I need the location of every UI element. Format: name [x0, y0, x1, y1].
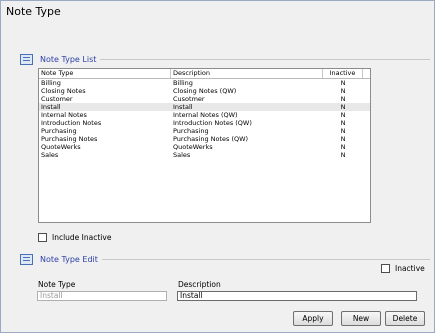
note-type-cell: Closing Notes [41, 87, 86, 95]
inactive-label: Inactive [395, 264, 425, 273]
inactive-cell: N [340, 87, 346, 95]
table-row[interactable]: Customer Cusotmer N [39, 95, 370, 103]
list-header: Note Type Description Inactive [39, 69, 370, 79]
table-row[interactable]: Install Install N [39, 103, 370, 111]
table-row[interactable]: Sales Sales N [39, 151, 370, 159]
note-type-cell: Install [41, 103, 61, 111]
inactive-cell: N [340, 95, 346, 103]
description-cell: Install [173, 103, 193, 111]
apply-button[interactable]: Apply [293, 311, 333, 326]
note-type-cell: QuoteWerks [41, 143, 81, 151]
include-inactive-checkbox[interactable] [38, 233, 47, 242]
description-cell: Sales [173, 151, 191, 159]
description-cell: Introduction Notes (QW) [173, 119, 252, 127]
include-inactive-label: Include Inactive [52, 233, 112, 242]
note-type-field-label: Note Type [38, 280, 76, 289]
inactive-cell: N [340, 79, 346, 87]
inactive-cell: N [340, 151, 346, 159]
description-cell: QuoteWerks [173, 143, 213, 151]
column-header-inactive[interactable]: Inactive [323, 69, 363, 78]
note-type-cell: Purchasing [41, 127, 77, 135]
note-type-edit-header: Note Type Edit [20, 252, 430, 266]
inactive-cell: N [340, 127, 346, 135]
section-divider [100, 58, 430, 60]
new-button[interactable]: New [341, 311, 381, 326]
table-row[interactable]: Billing Billing N [39, 79, 370, 87]
note-type-cell: Billing [41, 79, 61, 87]
table-row[interactable]: Internal Notes Internal Notes (QW) N [39, 111, 370, 119]
inactive-cell: N [340, 143, 346, 151]
note-type-cell: Sales [41, 151, 59, 159]
description-field-label: Description [178, 280, 221, 289]
include-inactive-checkbox-row[interactable]: Include Inactive [38, 233, 111, 242]
description-cell: Cusotmer [173, 95, 205, 103]
edit-section-icon [20, 253, 33, 265]
note-type-cell: Customer [41, 95, 73, 103]
note-type-window: Note Type Note Type List Note Type Descr… [0, 0, 435, 333]
inactive-cell: N [340, 103, 346, 111]
table-row[interactable]: Purchasing Notes Purchasing Notes (QW) N [39, 135, 370, 143]
description-cell: Purchasing [173, 127, 209, 135]
column-header-note-type[interactable]: Note Type [39, 69, 171, 78]
description-cell: Closing Notes (QW) [173, 87, 237, 95]
note-type-cell: Internal Notes [41, 111, 87, 119]
table-row[interactable]: Closing Notes Closing Notes (QW) N [39, 87, 370, 95]
inactive-cell: N [340, 111, 346, 119]
delete-button[interactable]: Delete [385, 311, 425, 326]
inactive-cell: N [340, 119, 346, 127]
inactive-cell: N [340, 135, 346, 143]
inactive-checkbox[interactable] [381, 264, 390, 273]
list-rows: Billing Billing N Closing Notes Closing Note… [39, 79, 370, 159]
note-type-input[interactable]: Install [37, 291, 167, 301]
description-cell: Billing [173, 79, 193, 87]
list-icon [20, 53, 33, 65]
note-type-list-label: Note Type List [40, 54, 97, 64]
table-row[interactable]: Introduction Notes Introduction Notes (QW… [39, 119, 370, 127]
description-cell: Purchasing Notes (QW) [173, 135, 249, 143]
table-row[interactable]: QuoteWerks QuoteWerks N [39, 143, 370, 151]
description-input[interactable]: Install [177, 291, 417, 301]
note-type-list-header: Note Type List [20, 52, 430, 66]
inactive-checkbox-row[interactable]: Inactive [381, 264, 425, 273]
note-type-edit-label: Note Type Edit [40, 254, 98, 264]
section-divider [101, 258, 430, 260]
note-type-cell: Purchasing Notes [41, 135, 98, 143]
description-cell: Internal Notes (QW) [173, 111, 238, 119]
table-row[interactable]: Purchasing Purchasing N [39, 127, 370, 135]
window-title: Note Type [6, 5, 61, 18]
note-type-list[interactable]: Note Type Description Inactive Billing Bi… [38, 68, 371, 223]
note-type-cell: Introduction Notes [41, 119, 102, 127]
column-header-description[interactable]: Description [171, 69, 323, 78]
